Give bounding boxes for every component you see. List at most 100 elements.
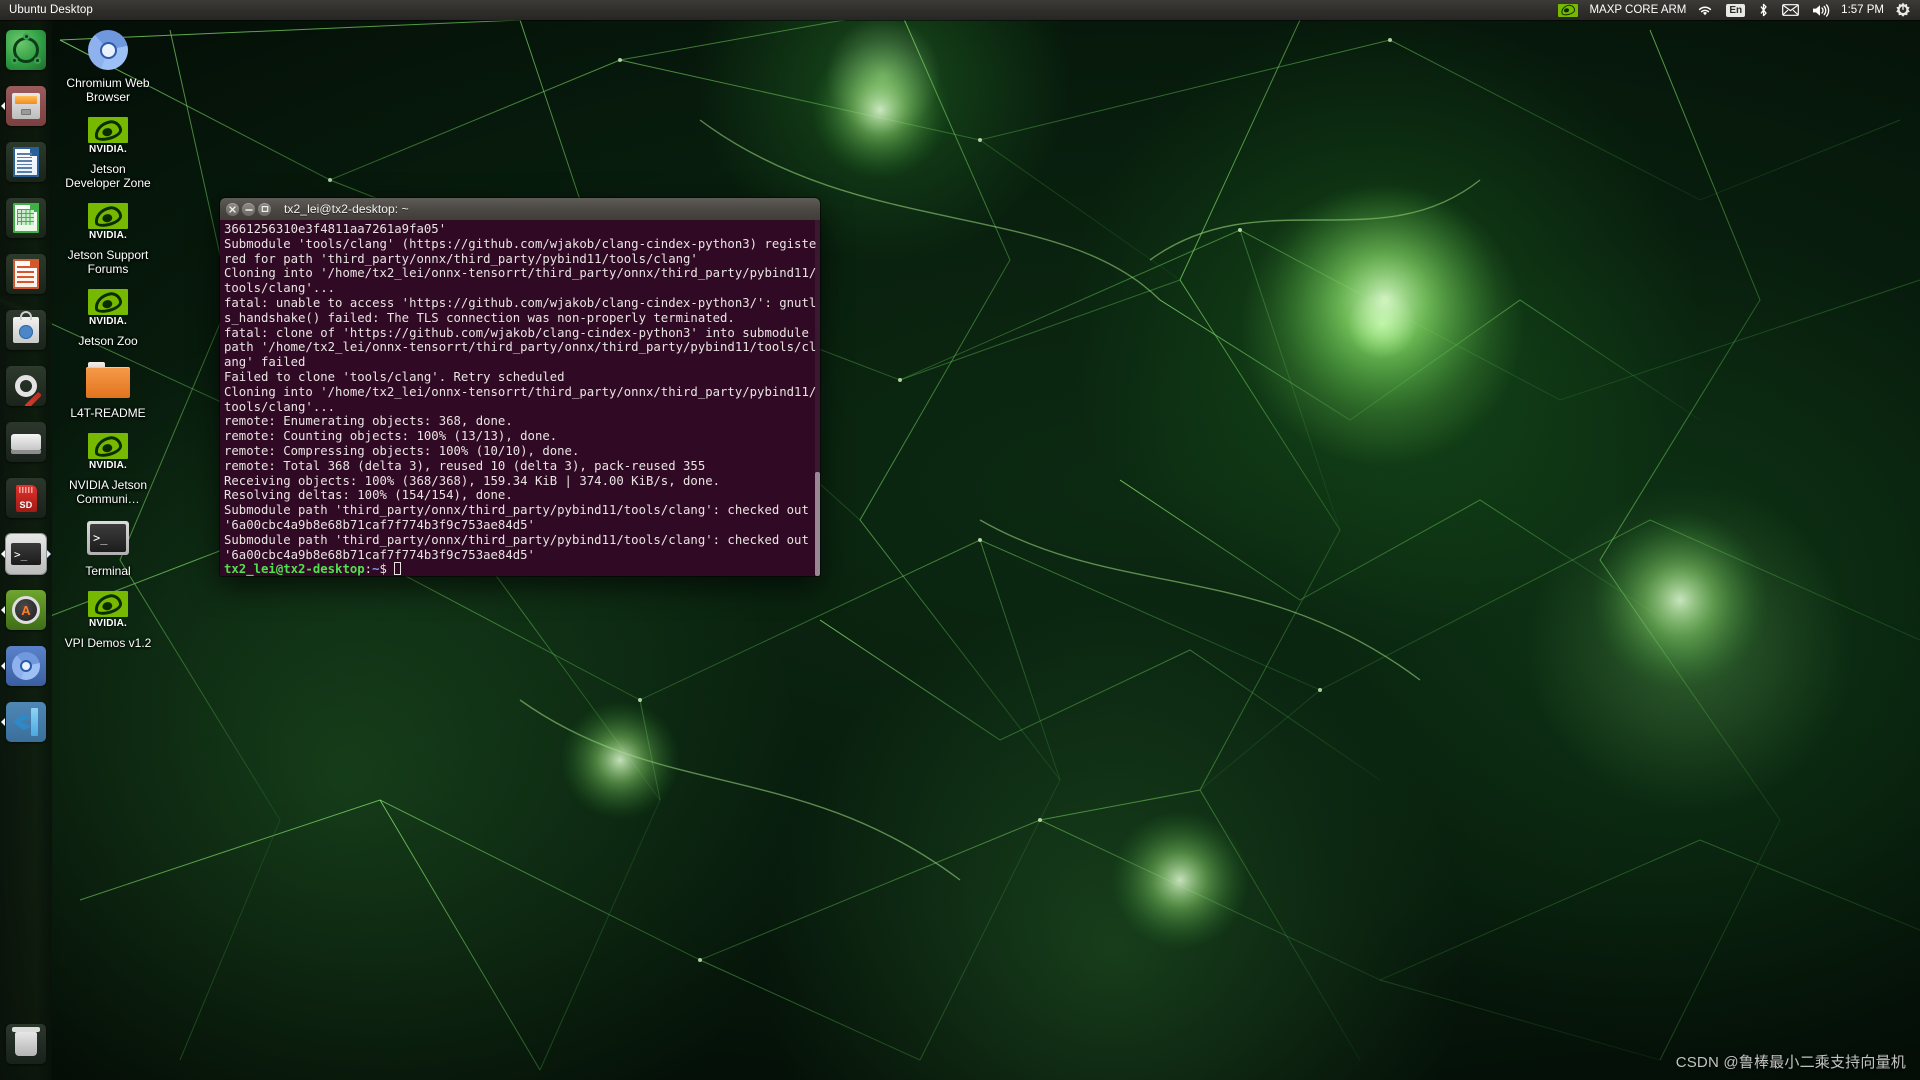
- terminal-line: tools/clang'...: [224, 281, 336, 296]
- file-cabinet-icon: [6, 86, 46, 126]
- speaker-icon[interactable]: [1810, 0, 1832, 20]
- chromium-icon: [84, 26, 132, 74]
- desktop-icon-l4t-readme[interactable]: L4T-README: [60, 356, 156, 420]
- desktop-icon-chromium-web-browser[interactable]: Chromium Web Browser: [60, 26, 156, 104]
- nvidia-wordmark: NVIDIA.: [88, 316, 128, 327]
- presentation-icon: [6, 254, 46, 294]
- maximize-icon[interactable]: [258, 202, 271, 216]
- nvidia-eye-icon[interactable]: [1556, 0, 1580, 20]
- terminal-scrollbar[interactable]: [815, 220, 820, 576]
- launcher-item-terminal[interactable]: >_: [0, 528, 52, 580]
- terminal-line: remote: Counting objects: 100% (13/13), …: [224, 429, 558, 444]
- terminal-line: Failed to clone 'tools/clang'. Retry sch…: [224, 369, 565, 384]
- launcher-item-disk-drive[interactable]: [0, 416, 52, 468]
- terminal-window-title: tx2_lei@tx2-desktop: ~: [284, 202, 409, 216]
- launcher-item-software-updater[interactable]: A: [0, 584, 52, 636]
- vscode-icon: [6, 702, 46, 742]
- terminal-line: '6a00cbc4a9b8e68b71caf7f774b3f9c753ae84d…: [224, 547, 535, 562]
- desktop-icon-jetson-zoo[interactable]: NVIDIA. Jetson Zoo: [60, 284, 156, 348]
- launcher-item-libreoffice-writer[interactable]: [0, 136, 52, 188]
- spreadsheet-icon: [6, 198, 46, 238]
- desktop-icon-label: Terminal: [85, 564, 131, 578]
- keyboard-layout-indicator[interactable]: En: [1724, 0, 1747, 20]
- launcher-item-libreoffice-impress[interactable]: [0, 248, 52, 300]
- launcher-item-vscode[interactable]: [0, 696, 52, 748]
- launcher-item-sd-card[interactable]: SD: [0, 472, 52, 524]
- launcher-item-dash-home[interactable]: [0, 24, 52, 76]
- launcher-item-libreoffice-calc[interactable]: [0, 192, 52, 244]
- prompt-user-host: tx2_lei@tx2-desktop: [224, 562, 365, 576]
- terminal-line: Resolving deltas: 100% (154/154), done.: [224, 488, 513, 503]
- nvidia-wordmark: NVIDIA.: [88, 230, 128, 241]
- power-gear-icon[interactable]: [1893, 0, 1913, 20]
- close-icon[interactable]: [226, 202, 239, 216]
- session-label[interactable]: MAXP CORE ARM: [1589, 4, 1686, 16]
- minimize-icon[interactable]: [242, 202, 255, 216]
- nvidia-wordmark: NVIDIA.: [88, 460, 128, 471]
- desktop-icon-jetson-developer-zone[interactable]: NVIDIA. Jetson Developer Zone: [60, 112, 156, 190]
- desktop-icon-label: Jetson Support Forums: [67, 248, 149, 276]
- panel-title: Ubuntu Desktop: [9, 4, 93, 16]
- terminal-line: tools/clang'...: [224, 399, 336, 414]
- keyboard-layout-label: En: [1726, 3, 1746, 17]
- terminal-line: fatal: unable to access 'https://github.…: [224, 295, 817, 310]
- terminal-line: remote: Compressing objects: 100% (10/10…: [224, 443, 580, 458]
- bluetooth-icon[interactable]: [1756, 0, 1771, 20]
- launcher-item-files[interactable]: [0, 80, 52, 132]
- updater-icon: A: [6, 590, 46, 630]
- terminal-line: 3661256310e3f4811aa7261a9fa05': [224, 222, 447, 236]
- gear-wrench-icon: [6, 366, 46, 406]
- chromium-icon: [6, 646, 46, 686]
- desktop-icon-label: Jetson Developer Zone: [65, 162, 151, 190]
- nvidia-logo-icon: NVIDIA.: [84, 586, 132, 634]
- terminal-line: Submodule path 'third_party/onnx/third_p…: [224, 532, 809, 547]
- terminal-window[interactable]: tx2_lei@tx2-desktop: ~ 3661256310e3f4811…: [220, 198, 820, 576]
- launcher-item-system-settings[interactable]: [0, 360, 52, 412]
- launcher-item-chromium[interactable]: [0, 640, 52, 692]
- terminal-line: red for path 'third_party/onnx/third_par…: [224, 251, 698, 266]
- terminal-line: Cloning into '/home/tx2_lei/onnx-tensorr…: [224, 266, 817, 281]
- nvidia-wordmark: NVIDIA.: [88, 144, 128, 155]
- desktop-icon-label: L4T-README: [70, 406, 146, 420]
- terminal-body[interactable]: 3661256310e3f4811aa7261a9fa05' Submodule …: [220, 220, 820, 576]
- envelope-icon[interactable]: [1780, 0, 1801, 20]
- terminal-line: Receiving objects: 100% (368/368), 159.3…: [224, 473, 721, 488]
- terminal-icon: >_: [84, 514, 132, 562]
- nvidia-wordmark: NVIDIA.: [88, 618, 128, 629]
- terminal-line: Submodule 'tools/clang' (https://github.…: [224, 236, 817, 251]
- launcher-item-ubuntu-software[interactable]: [0, 304, 52, 356]
- watermark: CSDN @鲁棒最小二乘支持向量机: [1675, 1054, 1906, 1071]
- shopping-bag-icon: [6, 310, 46, 350]
- document-icon: [6, 142, 46, 182]
- terminal-line: ang' failed: [224, 355, 306, 370]
- ubuntu-logo-icon: [6, 30, 46, 70]
- prompt-symbol: $: [379, 562, 395, 576]
- desktop-icon-label: VPI Demos v1.2: [64, 636, 152, 650]
- terminal-icon: >_: [5, 533, 47, 575]
- desktop-icon-label: NVIDIA Jetson Communi…: [68, 478, 148, 506]
- launcher-item-trash[interactable]: [0, 1018, 52, 1070]
- sd-card-icon: SD: [6, 478, 46, 518]
- terminal-line: Submodule path 'third_party/onnx/third_p…: [224, 503, 809, 518]
- terminal-line: Cloning into '/home/tx2_lei/onnx-tensorr…: [224, 384, 817, 399]
- desktop-icon-vpi-demos[interactable]: NVIDIA. VPI Demos v1.2: [60, 586, 156, 650]
- terminal-output: 3661256310e3f4811aa7261a9fa05' Submodule …: [222, 222, 820, 576]
- desktop-icon-grid: Chromium Web Browser NVIDIA. Jetson Deve…: [60, 26, 156, 658]
- terminal-titlebar[interactable]: tx2_lei@tx2-desktop: ~: [220, 198, 820, 220]
- wifi-icon[interactable]: [1695, 0, 1715, 20]
- scrollbar-thumb[interactable]: [815, 472, 820, 576]
- terminal-line: remote: Total 368 (delta 3), reused 10 (…: [224, 458, 706, 473]
- desktop-icon-nvidia-jetson-community[interactable]: NVIDIA. NVIDIA Jetson Communi…: [60, 428, 156, 506]
- clock[interactable]: 1:57 PM: [1841, 4, 1884, 16]
- terminal-line: '6a00cbc4a9b8e68b71caf7f774b3f9c753ae84d…: [224, 517, 535, 532]
- desktop-icon-terminal[interactable]: >_ Terminal: [60, 514, 156, 578]
- terminal-line: path '/home/tx2_lei/onnx-tensorrt/third_…: [224, 340, 817, 355]
- hard-drive-icon: [6, 422, 46, 462]
- nvidia-logo-icon: NVIDIA.: [84, 284, 132, 332]
- nvidia-logo-icon: NVIDIA.: [84, 198, 132, 246]
- prompt-separator: :: [364, 562, 373, 576]
- desktop-icon-label: Jetson Zoo: [78, 334, 138, 348]
- terminal-line: remote: Enumerating objects: 368, done.: [224, 414, 513, 429]
- desktop-icon-jetson-support-forums[interactable]: NVIDIA. Jetson Support Forums: [60, 198, 156, 276]
- terminal-line: s_handshake() failed: The TLS connection…: [224, 310, 735, 325]
